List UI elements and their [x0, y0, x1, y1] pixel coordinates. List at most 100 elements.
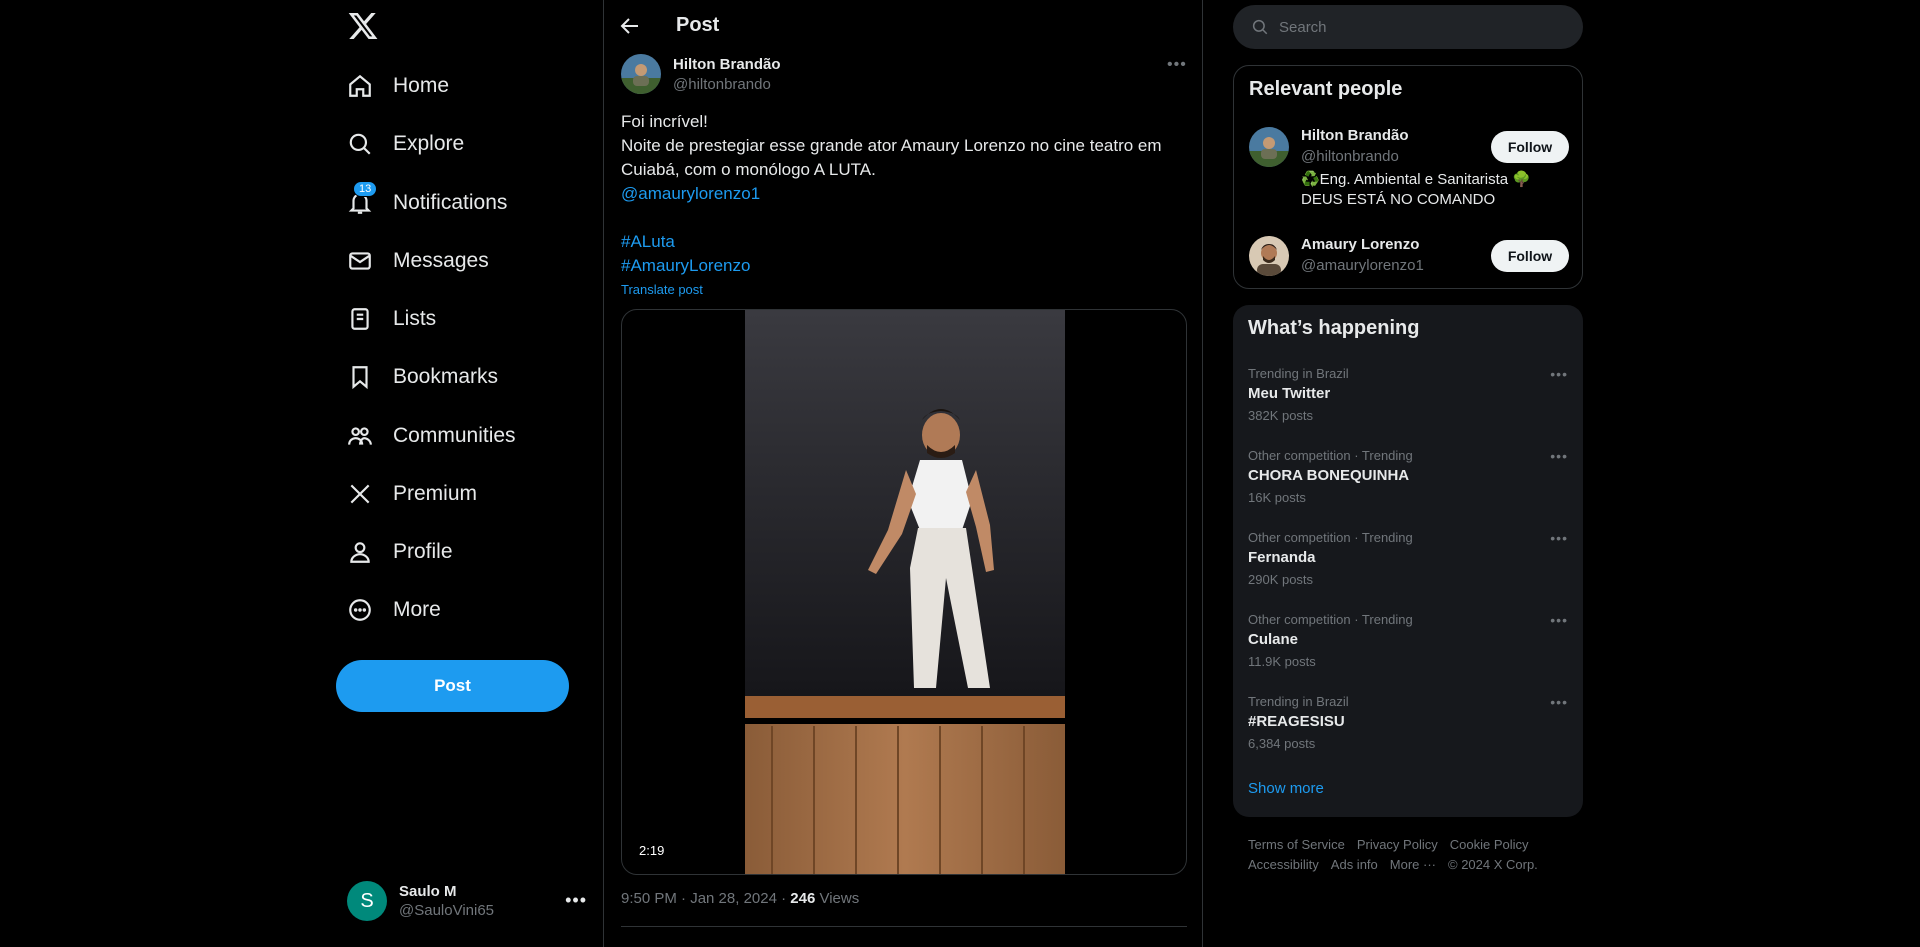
post-text-line: Noite de prestegiar esse grande ator Ama…: [621, 136, 1162, 179]
compose-post-button[interactable]: Post: [336, 660, 569, 712]
person-card[interactable]: Amaury Lorenzo @amaurylorenzo1 Follow: [1249, 236, 1569, 280]
sidebar-item-lists[interactable]: Lists: [347, 295, 436, 343]
search-input[interactable]: [1279, 18, 1559, 36]
trend-item[interactable]: Other competition · Trending Culane 11.9…: [1248, 612, 1568, 669]
footer-link-accessibility[interactable]: Accessibility: [1248, 855, 1319, 875]
sidebar-item-label: Home: [393, 74, 450, 97]
video-player[interactable]: 2:19: [621, 309, 1187, 875]
bell-icon: 13: [347, 181, 378, 216]
app-root: Home Explore 13 Notifications Messages L…: [0, 0, 1920, 947]
footer-link-cookies[interactable]: Cookie Policy: [1450, 835, 1529, 855]
trend-count: 6,384 posts: [1248, 736, 1316, 751]
account-name: Saulo M: [399, 883, 457, 900]
trend-item[interactable]: Other competition · Trending CHORA BONEQ…: [1248, 448, 1568, 505]
more-dots-icon[interactable]: •••: [1550, 366, 1568, 382]
sidebar-item-explore[interactable]: Explore: [347, 120, 464, 168]
list-icon: [347, 306, 373, 332]
more-dots-icon[interactable]: •••: [1550, 694, 1568, 710]
author-handle[interactable]: @hiltonbrando: [673, 76, 771, 93]
post-timestamp[interactable]: 9:50 PM · Jan 28, 2024 ·: [621, 890, 790, 907]
sidebar-item-label: Notifications: [393, 191, 508, 214]
trend-item[interactable]: Other competition · Trending Fernanda 29…: [1248, 530, 1568, 587]
sidebar-item-communities[interactable]: Communities: [347, 412, 516, 460]
search-icon: [1252, 19, 1268, 35]
mention-link[interactable]: @amaurylorenzo1: [621, 182, 1191, 206]
back-arrow-icon[interactable]: [618, 14, 642, 38]
trend-context: Other competition · Trending: [1248, 448, 1413, 463]
sidebar-item-premium[interactable]: Premium: [347, 470, 477, 518]
video-duration: 2:19: [634, 841, 670, 860]
trend-count: 382K posts: [1248, 408, 1314, 423]
show-more-link[interactable]: Show more: [1248, 780, 1324, 797]
trend-count: 11.9K posts: [1248, 654, 1316, 669]
translate-post-link[interactable]: Translate post: [621, 282, 703, 297]
panel-title: What’s happening: [1248, 317, 1420, 339]
sidebar-item-label: Communities: [393, 424, 516, 447]
footer-link-ads-info[interactable]: Ads info: [1331, 855, 1378, 875]
sidebar-item-more[interactable]: More: [347, 586, 441, 634]
author-name[interactable]: Hilton Brandão: [673, 56, 781, 73]
views-label: Views: [815, 890, 860, 907]
more-dots-icon[interactable]: •••: [565, 890, 587, 911]
sidebar-item-label: More: [393, 598, 441, 621]
bookmark-icon: [347, 364, 373, 390]
hashtag-link[interactable]: #AmauryLorenzo: [621, 254, 1191, 278]
sidebar-item-profile[interactable]: Profile: [347, 528, 453, 576]
footer-link-more[interactable]: More ···: [1390, 855, 1436, 875]
person-handle[interactable]: @hiltonbrando: [1301, 148, 1399, 165]
avatar: S: [347, 881, 387, 921]
sidebar-item-bookmarks[interactable]: Bookmarks: [347, 353, 498, 401]
person-name[interactable]: Hilton Brandão: [1301, 127, 1409, 144]
trend-name: Fernanda: [1248, 549, 1316, 566]
sidebar-item-label: Explore: [393, 132, 465, 155]
post-meta: 9:50 PM · Jan 28, 2024 · 246 Views: [621, 890, 859, 907]
post-text-line: Foi incrível!: [621, 112, 708, 131]
sidebar-nav: Home Explore 13 Notifications Messages L…: [335, 0, 603, 947]
notifications-badge: 13: [353, 181, 378, 197]
follow-button[interactable]: Follow: [1491, 131, 1569, 163]
trend-name: #REAGESISU: [1248, 713, 1345, 730]
search-box[interactable]: [1233, 5, 1583, 49]
sidebar-item-notifications[interactable]: 13 Notifications: [347, 179, 507, 227]
follow-button[interactable]: Follow: [1491, 240, 1569, 272]
avatar[interactable]: [1249, 127, 1289, 167]
home-icon: [347, 73, 373, 99]
more-dots-icon[interactable]: •••: [1550, 448, 1568, 464]
author-avatar[interactable]: [621, 54, 661, 94]
right-sidebar: Relevant people Hilton Brandão @hiltonbr…: [1233, 0, 1583, 947]
sidebar-item-messages[interactable]: Messages: [347, 237, 489, 285]
account-switcher[interactable]: S Saulo M @SauloVini65 •••: [347, 876, 587, 926]
account-handle: @SauloVini65: [399, 902, 495, 919]
hashtag-link[interactable]: #ALuta: [621, 230, 1191, 254]
x-logo-icon[interactable]: [347, 10, 379, 42]
copyright: © 2024 X Corp.: [1448, 857, 1538, 872]
post-detail-column: Post Hilton Brandão @hiltonbrando ••• Fo…: [603, 0, 1203, 947]
person-handle[interactable]: @amaurylorenzo1: [1301, 257, 1424, 274]
more-dots-icon[interactable]: •••: [1167, 56, 1187, 74]
more-dots-icon[interactable]: •••: [1550, 612, 1568, 628]
footer-link-privacy[interactable]: Privacy Policy: [1357, 835, 1438, 855]
footer-link-terms[interactable]: Terms of Service: [1248, 835, 1345, 855]
trend-context: Trending in Brazil: [1248, 694, 1349, 709]
trend-context: Other competition · Trending: [1248, 612, 1413, 627]
trend-name: Culane: [1248, 631, 1299, 648]
more-circle-icon: [347, 597, 373, 623]
person-name[interactable]: Amaury Lorenzo: [1301, 236, 1419, 253]
avatar[interactable]: [1249, 236, 1289, 276]
divider: [621, 926, 1187, 927]
post-text: Foi incrível! Noite de prestegiar esse g…: [621, 110, 1191, 278]
views-count: 246: [790, 890, 816, 907]
sidebar-item-home[interactable]: Home: [347, 62, 449, 110]
trend-name: Meu Twitter: [1248, 385, 1331, 402]
relevant-people-panel: Relevant people Hilton Brandão @hiltonbr…: [1233, 65, 1583, 289]
x-premium-icon: [347, 481, 373, 507]
sidebar-item-label: Profile: [393, 540, 453, 563]
trend-item[interactable]: Trending in Brazil Meu Twitter 382K post…: [1248, 366, 1568, 423]
trend-item[interactable]: Trending in Brazil #REAGESISU 6,384 post…: [1248, 694, 1568, 751]
more-dots-icon[interactable]: •••: [1550, 530, 1568, 546]
whats-happening-panel: What’s happening Trending in Brazil Meu …: [1233, 305, 1583, 817]
trend-name: CHORA BONEQUINHA: [1248, 467, 1410, 484]
person-card[interactable]: Hilton Brandão @hiltonbrando ♻️Eng. Ambi…: [1249, 127, 1569, 217]
person-bio: ♻️Eng. Ambiental e Sanitarista 🌳 DEUS ES…: [1301, 171, 1531, 208]
trend-count: 16K posts: [1248, 490, 1306, 505]
